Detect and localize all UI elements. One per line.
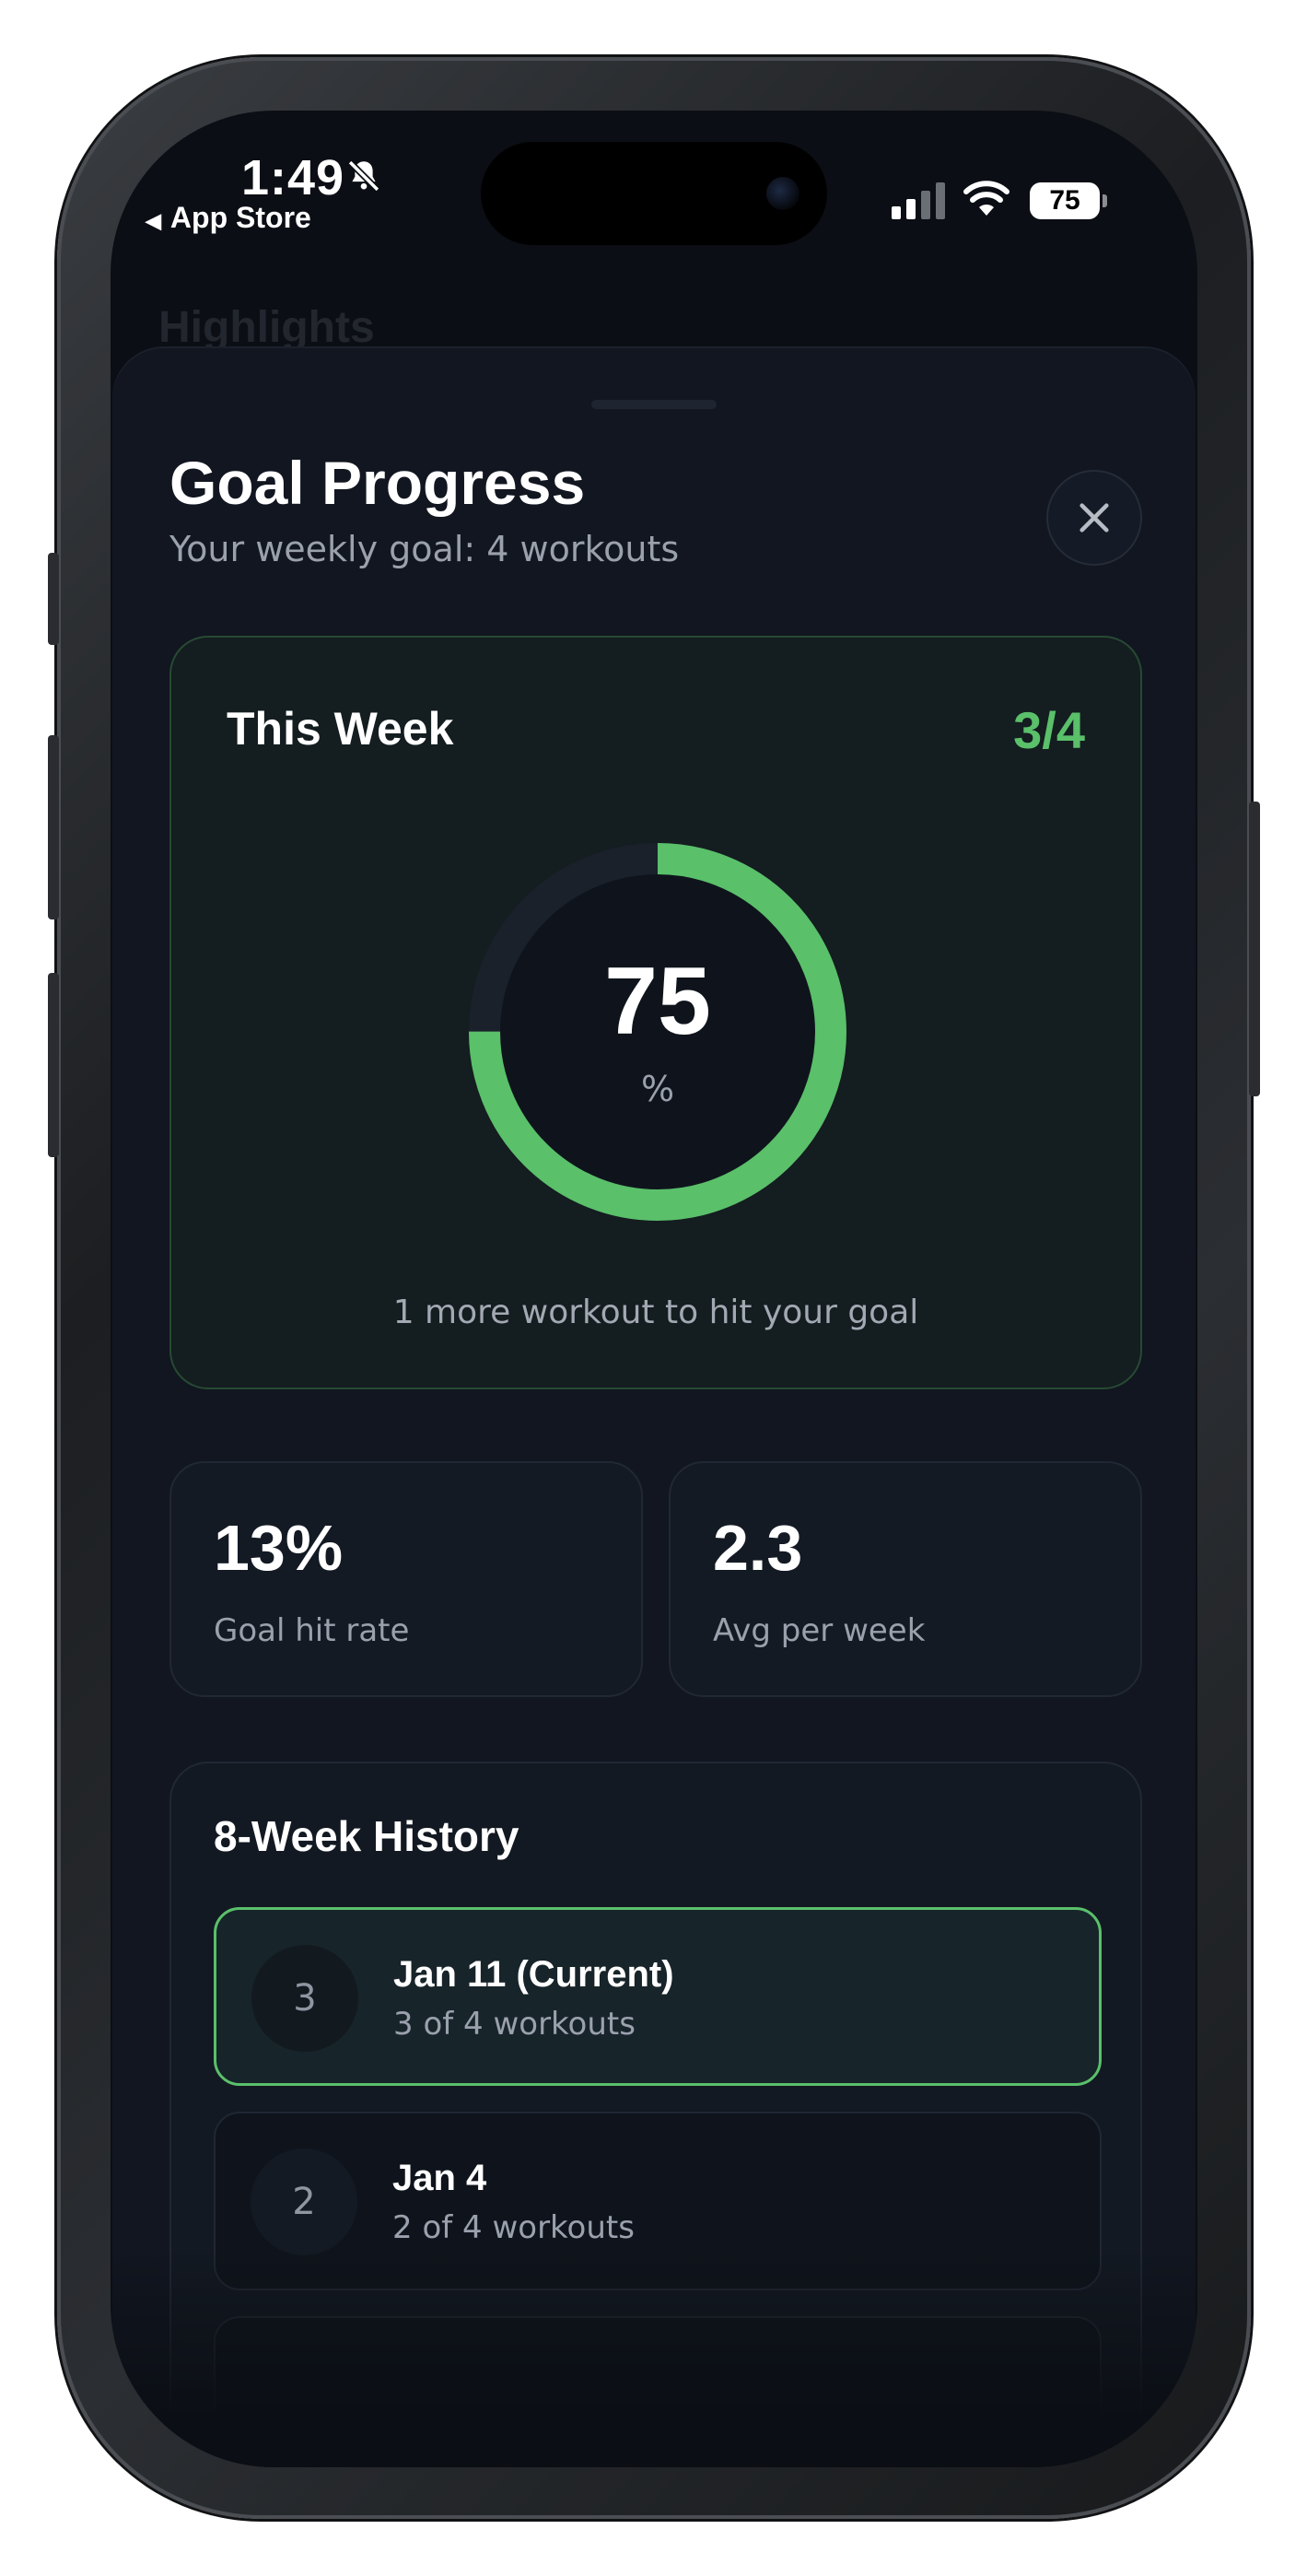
avg-per-week-label: Avg per week [713,1612,926,1649]
home-indicator [519,2432,788,2441]
action-button [48,553,59,645]
history-title: 8-Week History [214,1812,519,1860]
goal-progress-sheet: Goal Progress Your weekly goal: 4 workou… [112,348,1196,2467]
back-to-app-store-link[interactable]: ◀ App Store [146,201,311,235]
avg-per-week-value: 2.3 [713,1512,803,1584]
close-button[interactable] [1046,470,1142,566]
history-row-title: Jan 4 [392,2158,487,2198]
avg-per-week-card: 2.3 Avg per week [669,1461,1142,1697]
progress-percent-value: 75 [604,948,711,1055]
wifi-icon [963,181,1009,216]
history-row-subtitle: 2 of 4 workouts [392,2209,635,2246]
cellular-signal-icon [892,182,945,219]
status-bar: 1:49 ◀ App Store 75 [111,111,1197,258]
phone-screen: 1:49 ◀ App Store 75 Highlights Goal Prog… [111,111,1197,2467]
background-page-title: Highlights [158,303,375,352]
volume-down-button [48,973,59,1157]
dynamic-island [481,142,827,245]
this-week-card: This Week 3/4 75 % 1 more workout to hit… [169,636,1142,1389]
history-row-subtitle: 3 of 4 workouts [393,2006,636,2043]
back-triangle-icon: ◀ [146,209,161,232]
goal-hit-rate-card: 13% Goal hit rate [169,1461,643,1697]
status-time: 1:49 [241,150,345,205]
sheet-title: Goal Progress [169,449,586,517]
silent-bell-icon [347,159,380,193]
close-icon [1079,503,1109,533]
sheet-subtitle: Your weekly goal: 4 workouts [169,529,680,569]
history-row-title: Jan 11 (Current) [393,1954,674,1995]
power-button [1249,802,1260,1096]
goal-hint-text: 1 more workout to hit your goal [392,1294,919,1331]
history-row-current[interactable]: 3 Jan 11 (Current) 3 of 4 workouts [214,1907,1102,2086]
progress-percent-unit: % [640,1069,675,1109]
workout-count-badge: 3 [251,1945,358,2052]
back-link-label: App Store [169,201,311,234]
goal-hit-rate-label: Goal hit rate [214,1612,410,1649]
workout-count-badge: 2 [251,2149,357,2255]
this-week-count: 3/4 [1013,701,1085,759]
battery-indicator: 75 [1030,182,1107,219]
volume-up-button [48,735,59,919]
this-week-label: This Week [227,703,454,755]
sheet-grabber[interactable] [591,400,717,409]
camera-icon [766,177,799,210]
goal-hit-rate-value: 13% [214,1512,344,1584]
